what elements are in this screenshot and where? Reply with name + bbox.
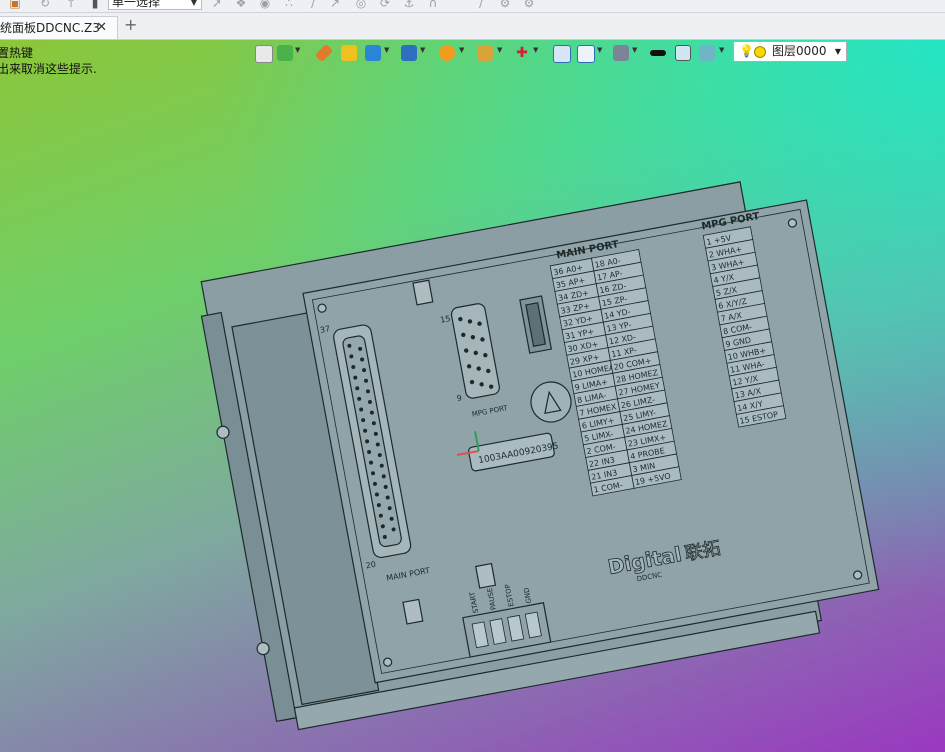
- arrow-icon[interactable]: ↗: [328, 0, 342, 10]
- circle-icon[interactable]: ◎: [354, 0, 368, 10]
- tab-document[interactable]: 统面板DDCNC.Z3 ✕: [0, 16, 118, 39]
- node-icon[interactable]: ∴: [282, 0, 296, 10]
- snap-icon[interactable]: ◉: [258, 0, 272, 10]
- pin-label-15: 15: [439, 314, 451, 325]
- pointer-icon[interactable]: ➚: [210, 0, 224, 10]
- standoff: [402, 598, 424, 625]
- 3d-viewport[interactable]: 置热键 出来取消这些提示. ▼ ▼ ▼ ▼ ▼ ✚ ▼ ▼ ▼ ▼ 💡 图层00…: [0, 40, 945, 752]
- gear-icon[interactable]: ⚙: [498, 0, 512, 10]
- pin-label-37: 37: [319, 324, 331, 335]
- standoff: [475, 562, 497, 589]
- document-tabbar: 统面板DDCNC.Z3 ✕ +: [0, 13, 945, 40]
- cnc-panel-model: 37 20 MAIN PORT 15 9 MPG PORT 1003AA0092…: [200, 181, 880, 731]
- pick-icon[interactable]: ❖: [234, 0, 248, 10]
- close-icon[interactable]: ✕: [96, 17, 107, 39]
- pin-icon[interactable]: ↑: [64, 0, 78, 10]
- curve-icon[interactable]: ∩: [426, 0, 440, 10]
- new-tab-button[interactable]: +: [124, 15, 137, 34]
- line2-icon[interactable]: ∕: [474, 0, 488, 10]
- line-icon[interactable]: ∕: [306, 0, 320, 10]
- tab-document-label: 统面板DDCNC.Z3: [0, 21, 100, 35]
- history-icon[interactable]: ↻: [38, 0, 52, 10]
- top-toolbar: ▣ ↻ ↑ ▮ 单一选择 ▼ ➚ ❖ ◉ ∴ ∕ ↗ ◎ ⟳ ⚓ ∩ ∕ ⚙ ⚙: [0, 0, 945, 13]
- pin-label-20: 20: [365, 560, 377, 571]
- select-mode-dropdown[interactable]: 单一选择 ▼: [108, 0, 202, 10]
- anchor-icon[interactable]: ⚓: [402, 0, 416, 10]
- app-icon[interactable]: ▣: [8, 0, 22, 10]
- select-mode-value: 单一选择: [112, 0, 161, 9]
- doc-icon[interactable]: ▮: [88, 0, 102, 10]
- gear2-icon[interactable]: ⚙: [522, 0, 536, 10]
- chevron-down-icon: ▼: [190, 0, 197, 7]
- rotate-icon[interactable]: ⟳: [378, 0, 392, 10]
- standoff: [412, 279, 434, 306]
